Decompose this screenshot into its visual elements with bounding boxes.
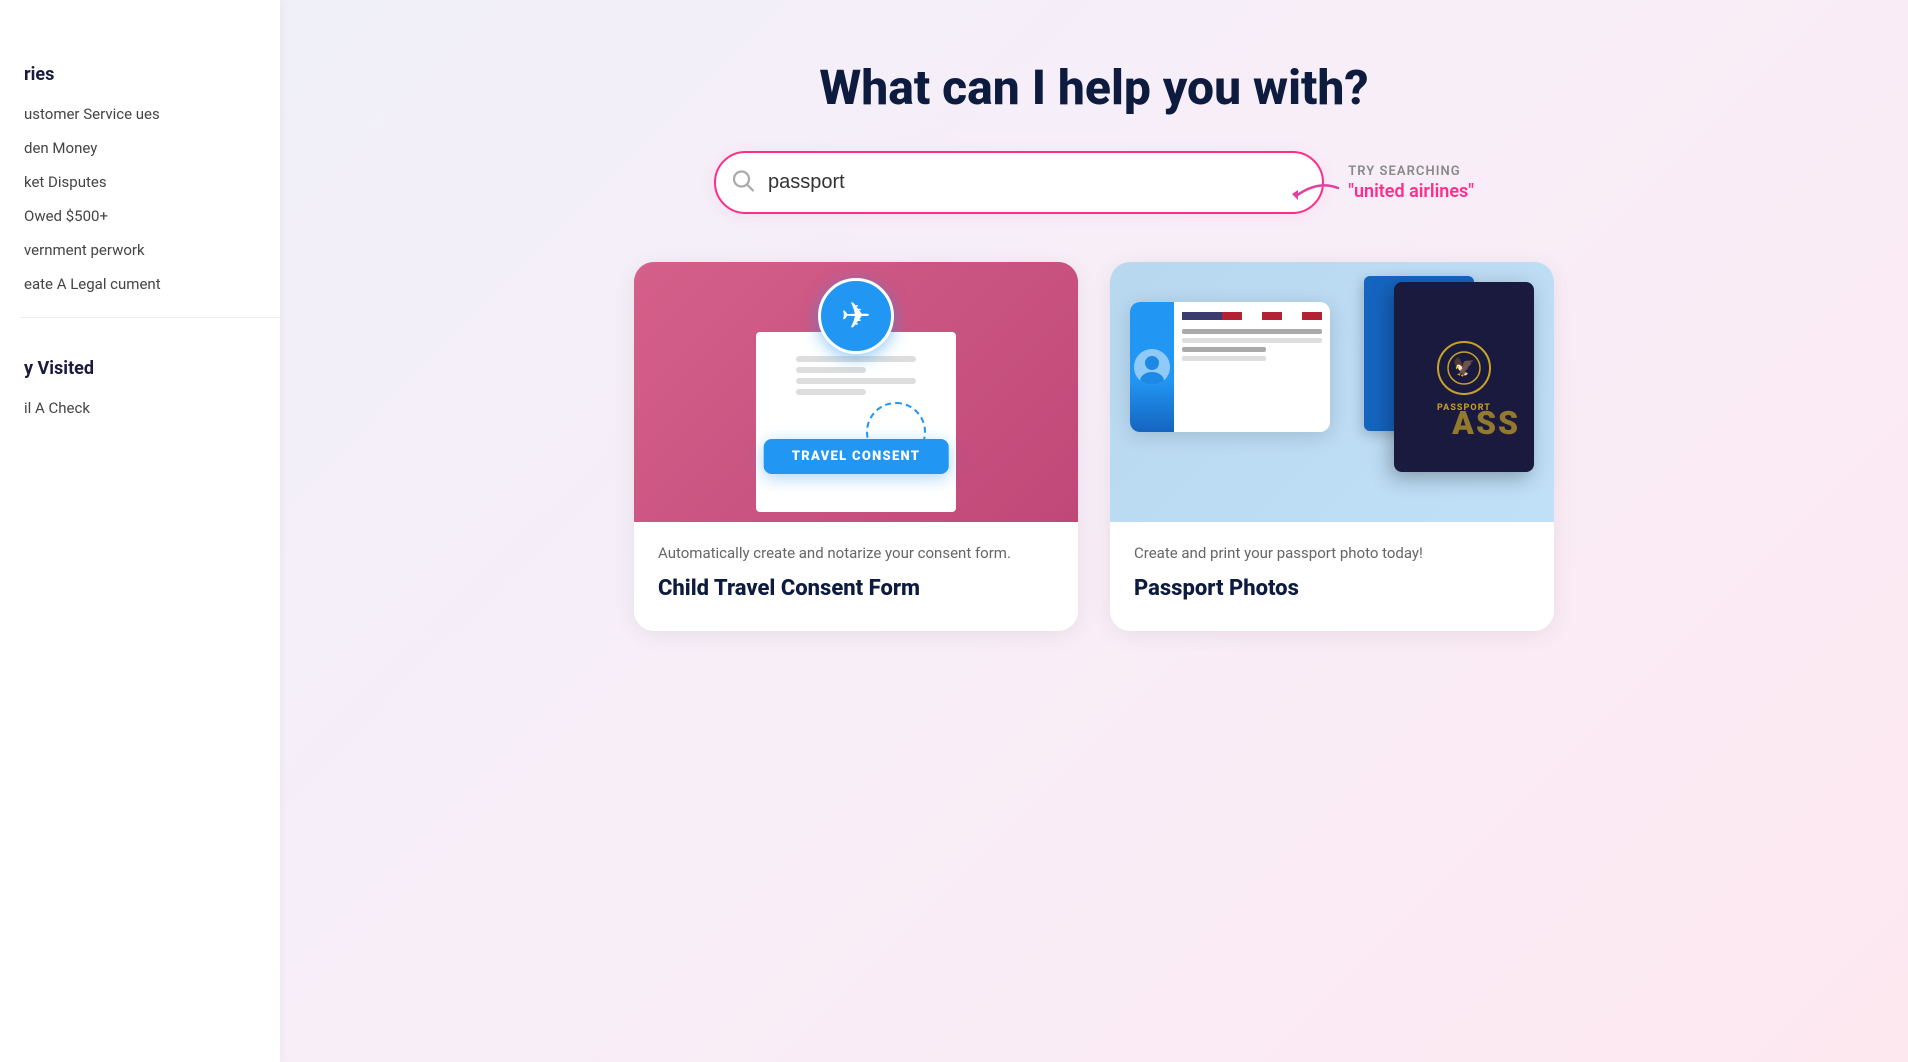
avatar-svg — [1134, 349, 1170, 385]
flag-red2 — [1262, 312, 1282, 320]
card-passport-image: 🦅 PASSPORT ASS — [1110, 262, 1554, 522]
flag-red — [1222, 312, 1242, 320]
card-passport-body: Create and print your passport photo tod… — [1110, 522, 1554, 631]
flag-white — [1242, 312, 1262, 320]
passport-emblem: 🦅 — [1437, 341, 1491, 395]
flag-blue2 — [1202, 312, 1222, 320]
main-content: What can I help you with? TRY SEARCHING … — [280, 0, 1908, 1062]
categories-section-title: ries — [20, 64, 280, 85]
id-avatar — [1134, 349, 1170, 385]
eagle-icon: 🦅 — [1447, 351, 1481, 385]
card-passport-description: Create and print your passport photo tod… — [1134, 542, 1530, 565]
page-title: What can I help you with? — [819, 60, 1368, 115]
try-searching-hint: TRY SEARCHING "united airlines" — [1348, 164, 1474, 202]
search-row: TRY SEARCHING "united airlines" — [714, 151, 1474, 214]
try-searching-value[interactable]: "united airlines" — [1348, 181, 1474, 202]
doc-lines — [796, 356, 916, 395]
sidebar-item-hidden-money[interactable]: den Money — [20, 131, 280, 165]
search-wrapper — [714, 151, 1324, 214]
id-line-4 — [1182, 356, 1266, 361]
passport-ass-text: ASS — [1452, 404, 1520, 442]
doc-line-4 — [796, 389, 866, 395]
passport-book: 🦅 PASSPORT ASS — [1394, 282, 1534, 472]
sidebar-item-legal-document[interactable]: eate A Legal cument — [20, 267, 280, 301]
sidebar-item-mail-check[interactable]: il A Check — [20, 391, 280, 425]
search-input[interactable] — [714, 151, 1324, 214]
card-passport[interactable]: 🦅 PASSPORT ASS Create and print your pas… — [1110, 262, 1554, 631]
try-searching-label: TRY SEARCHING — [1348, 164, 1460, 179]
sidebar-item-customer-service[interactable]: ustomer Service ues — [20, 97, 280, 131]
card-travel-consent[interactable]: ✈ TRAVEL CONSENT — [634, 262, 1078, 631]
travel-consent-visual: ✈ TRAVEL CONSENT — [634, 262, 1078, 522]
flag-red3 — [1302, 312, 1322, 320]
card-travel-description: Automatically create and notarize your c… — [658, 542, 1054, 565]
doc-line-1 — [796, 356, 916, 362]
sidebar-divider — [20, 317, 280, 318]
card-travel-image: ✈ TRAVEL CONSENT — [634, 262, 1078, 522]
id-content — [1174, 302, 1330, 432]
card-travel-title: Child Travel Consent Form — [658, 575, 1054, 604]
svg-text:🦅: 🦅 — [1453, 356, 1475, 378]
id-lines — [1182, 329, 1322, 361]
flag-white2 — [1282, 312, 1302, 320]
arrow-icon — [1288, 178, 1342, 208]
id-line-2 — [1182, 338, 1322, 343]
card-travel-body: Automatically create and notarize your c… — [634, 522, 1078, 631]
id-line-1 — [1182, 329, 1322, 334]
id-card — [1130, 302, 1330, 432]
sidebar-item-owed-money[interactable]: Owed $500+ — [20, 199, 280, 233]
id-card-stripe — [1130, 302, 1174, 432]
airplane-circle: ✈ — [818, 278, 894, 354]
id-line-3 — [1182, 347, 1266, 352]
doc-line-3 — [796, 378, 916, 384]
doc-line-2 — [796, 367, 866, 373]
recently-visited-title: y Visited — [20, 358, 280, 379]
sidebar: ries ustomer Service ues den Money ket D… — [0, 0, 280, 1062]
consent-document — [756, 332, 956, 512]
sidebar-item-government-paperwork[interactable]: vernment perwork — [20, 233, 280, 267]
airplane-icon: ✈ — [841, 295, 871, 337]
sidebar-item-ticket-disputes[interactable]: ket Disputes — [20, 165, 280, 199]
id-flag — [1182, 312, 1322, 320]
consent-badge: TRAVEL CONSENT — [764, 439, 949, 474]
flag-blue — [1182, 312, 1202, 320]
card-passport-title: Passport Photos — [1134, 575, 1530, 604]
cards-grid: ✈ TRAVEL CONSENT — [634, 262, 1554, 631]
passport-visual: 🦅 PASSPORT ASS — [1110, 262, 1554, 522]
